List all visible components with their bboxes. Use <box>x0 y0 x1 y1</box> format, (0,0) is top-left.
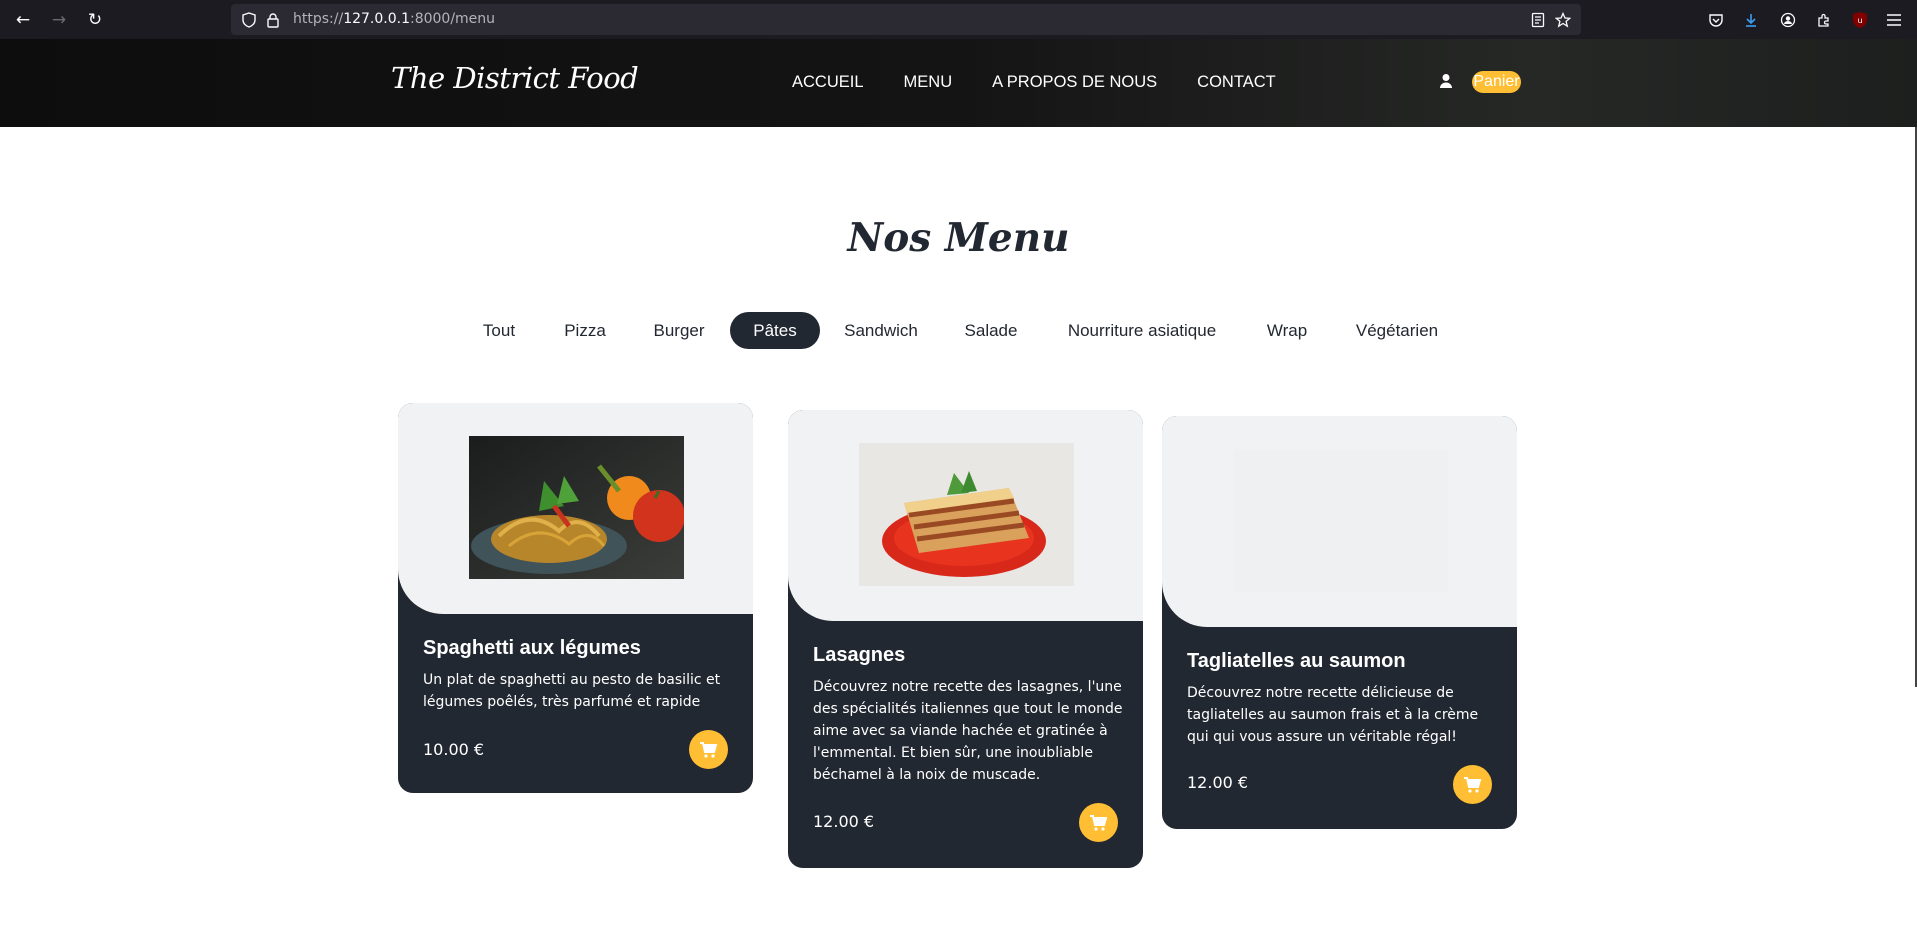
svg-text:u: u <box>1857 16 1862 25</box>
dish-price: 10.00 € <box>423 740 485 759</box>
dish-title: Lasagnes <box>813 644 906 666</box>
dish-description: Un plat de spaghetti au pesto de basilic… <box>423 672 721 710</box>
filter-pates[interactable]: Pâtes <box>730 312 820 349</box>
site-header: The District Food ACCUEIL MENU A PROPOS … <box>0 39 1917 127</box>
download-icon[interactable] <box>1740 9 1762 31</box>
pocket-icon[interactable] <box>1705 9 1727 31</box>
dish-title: Tagliatelles au saumon <box>1187 650 1406 672</box>
filter-vegetarien[interactable]: Végétarien <box>1350 312 1444 349</box>
reader-view-icon[interactable] <box>1528 10 1548 30</box>
filter-burger[interactable]: Burger <box>645 312 713 349</box>
dish-card: Tagliatelles au saumon Découvrez notre r… <box>1162 416 1517 829</box>
nav-link-menu[interactable]: MENU <box>904 73 953 92</box>
back-icon[interactable]: ← <box>11 8 35 32</box>
cart-button[interactable]: Panier <box>1472 71 1521 93</box>
nav-link-accueil[interactable]: ACCUEIL <box>792 73 864 92</box>
nav-link-a-propos[interactable]: A PROPOS DE NOUS <box>992 73 1157 92</box>
reload-icon[interactable]: ↻ <box>83 8 107 32</box>
cart-icon <box>1463 776 1481 793</box>
dish-image-box <box>788 410 1143 621</box>
add-to-cart-button[interactable] <box>689 730 728 769</box>
filter-wrap[interactable]: Wrap <box>1257 312 1317 349</box>
extensions-icon[interactable] <box>1813 9 1835 31</box>
filter-pizza[interactable]: Pizza <box>557 312 613 349</box>
filter-nourriture-asiatique[interactable]: Nourriture asiatique <box>1060 312 1224 349</box>
lasagne-photo <box>859 443 1074 586</box>
address-bar[interactable]: https://127.0.0.1:8000/menu <box>231 4 1581 35</box>
dish-title: Spaghetti aux légumes <box>423 637 641 659</box>
add-to-cart-button[interactable] <box>1453 765 1492 804</box>
ublock-icon[interactable]: u <box>1849 9 1871 31</box>
nav-link-contact[interactable]: CONTACT <box>1197 73 1276 92</box>
url-text: https://127.0.0.1:8000/menu <box>293 11 496 27</box>
section-title: Nos Menu <box>847 215 1070 261</box>
forward-icon[interactable]: → <box>47 8 71 32</box>
dish-image-box <box>1162 416 1517 627</box>
dish-description: Découvrez notre recette des lasagnes, l'… <box>813 679 1123 783</box>
dish-card: Lasagnes Découvrez notre recette des las… <box>788 410 1143 868</box>
account-icon[interactable] <box>1777 9 1799 31</box>
dish-price: 12.00 € <box>1187 773 1249 792</box>
filter-salade[interactable]: Salade <box>955 312 1027 349</box>
browser-toolbar: ← → ↻ https://127.0.0.1:8000/menu u <box>0 0 1917 39</box>
menu-hamburger-icon[interactable] <box>1883 9 1905 31</box>
bookmark-star-icon[interactable] <box>1553 10 1573 30</box>
shield-icon[interactable] <box>239 10 259 30</box>
broken-image-placeholder <box>1233 449 1448 592</box>
spaghetti-photo <box>469 436 684 579</box>
filter-sandwich[interactable]: Sandwich <box>840 312 922 349</box>
category-filters: Tout Pizza Burger Pâtes Sandwich Salade … <box>0 312 1917 349</box>
dish-description: Découvrez notre recette délicieuse de ta… <box>1187 685 1479 745</box>
cart-icon <box>699 741 717 758</box>
dish-price: 12.00 € <box>813 812 875 831</box>
main-nav: ACCUEIL MENU A PROPOS DE NOUS CONTACT <box>792 73 1276 92</box>
dish-image-box <box>398 403 753 614</box>
lock-icon[interactable] <box>263 10 283 30</box>
add-to-cart-button[interactable] <box>1079 803 1118 842</box>
dish-card: Spaghetti aux légumes Un plat de spaghet… <box>398 403 753 793</box>
site-logo[interactable]: The District Food <box>391 61 639 95</box>
filter-tout[interactable]: Tout <box>474 312 524 349</box>
cart-icon <box>1089 814 1107 831</box>
user-icon[interactable] <box>1437 72 1455 90</box>
